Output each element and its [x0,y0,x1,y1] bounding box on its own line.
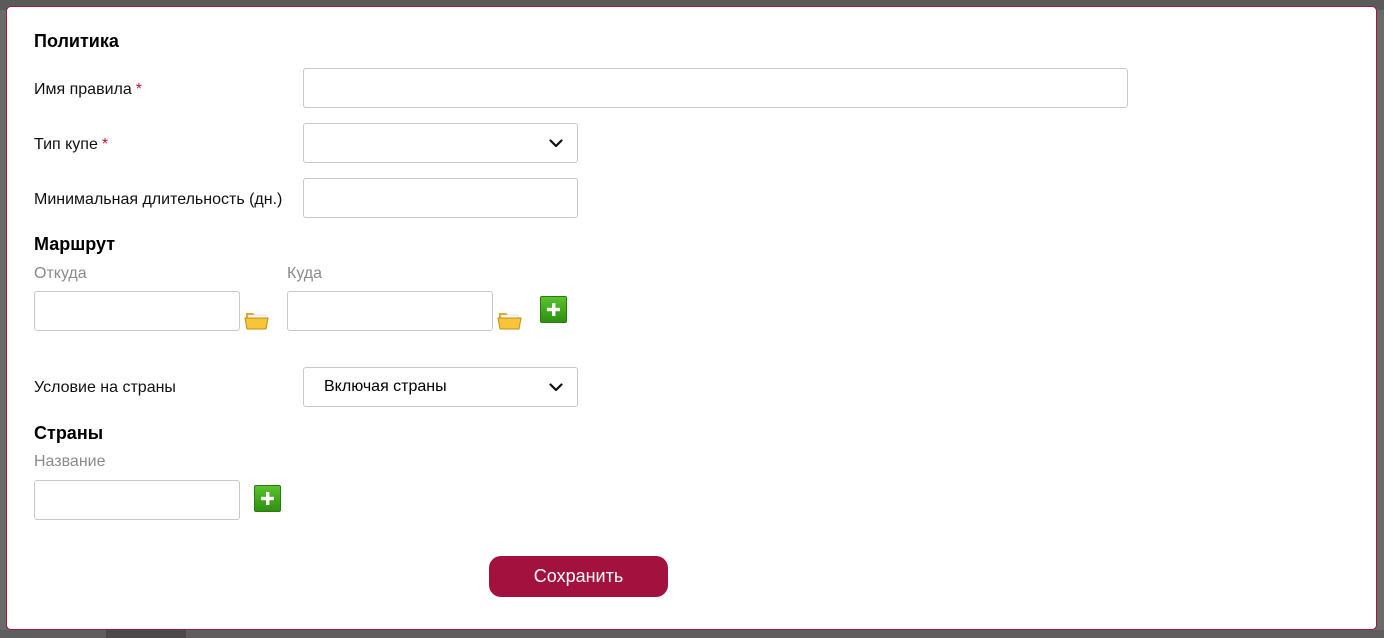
rule-name-input[interactable] [303,68,1128,108]
rule-name-label: Имя правила * [34,81,142,98]
chevron-down-icon [547,134,565,152]
min-duration-label: Минимальная длительность (дн.) [34,191,283,208]
coupe-type-label: Тип купе * [34,136,109,153]
add-country-button[interactable] [254,485,281,512]
coupe-type-select[interactable] [303,123,578,163]
save-button[interactable]: Сохранить [489,556,668,597]
plus-icon [261,492,274,505]
route-from-input[interactable] [34,291,240,331]
policy-section-title: Политика [34,31,119,51]
country-name-label: Название [34,453,106,470]
country-name-input[interactable] [34,480,240,520]
route-from-label: Откуда [34,265,87,282]
country-condition-label: Условие на страны [34,379,176,396]
chevron-down-icon [547,378,565,396]
country-condition-select[interactable]: Включая страны [303,367,578,407]
countries-section-title: Страны [34,423,104,443]
plus-icon [547,303,560,316]
route-section-title: Маршрут [34,234,116,254]
required-mark: * [101,136,109,153]
policy-dialog: Политика Имя правила * Тип купе * Минималь… [6,6,1377,630]
add-route-button[interactable] [540,296,567,323]
min-duration-input[interactable] [303,178,578,218]
folder-icon[interactable] [244,309,270,331]
folder-icon[interactable] [497,309,523,331]
route-to-input[interactable] [287,291,493,331]
route-to-label: Куда [287,265,323,282]
required-mark: * [135,81,142,98]
country-condition-value: Включая страны [324,378,447,395]
background-page-bottom [0,630,1384,638]
